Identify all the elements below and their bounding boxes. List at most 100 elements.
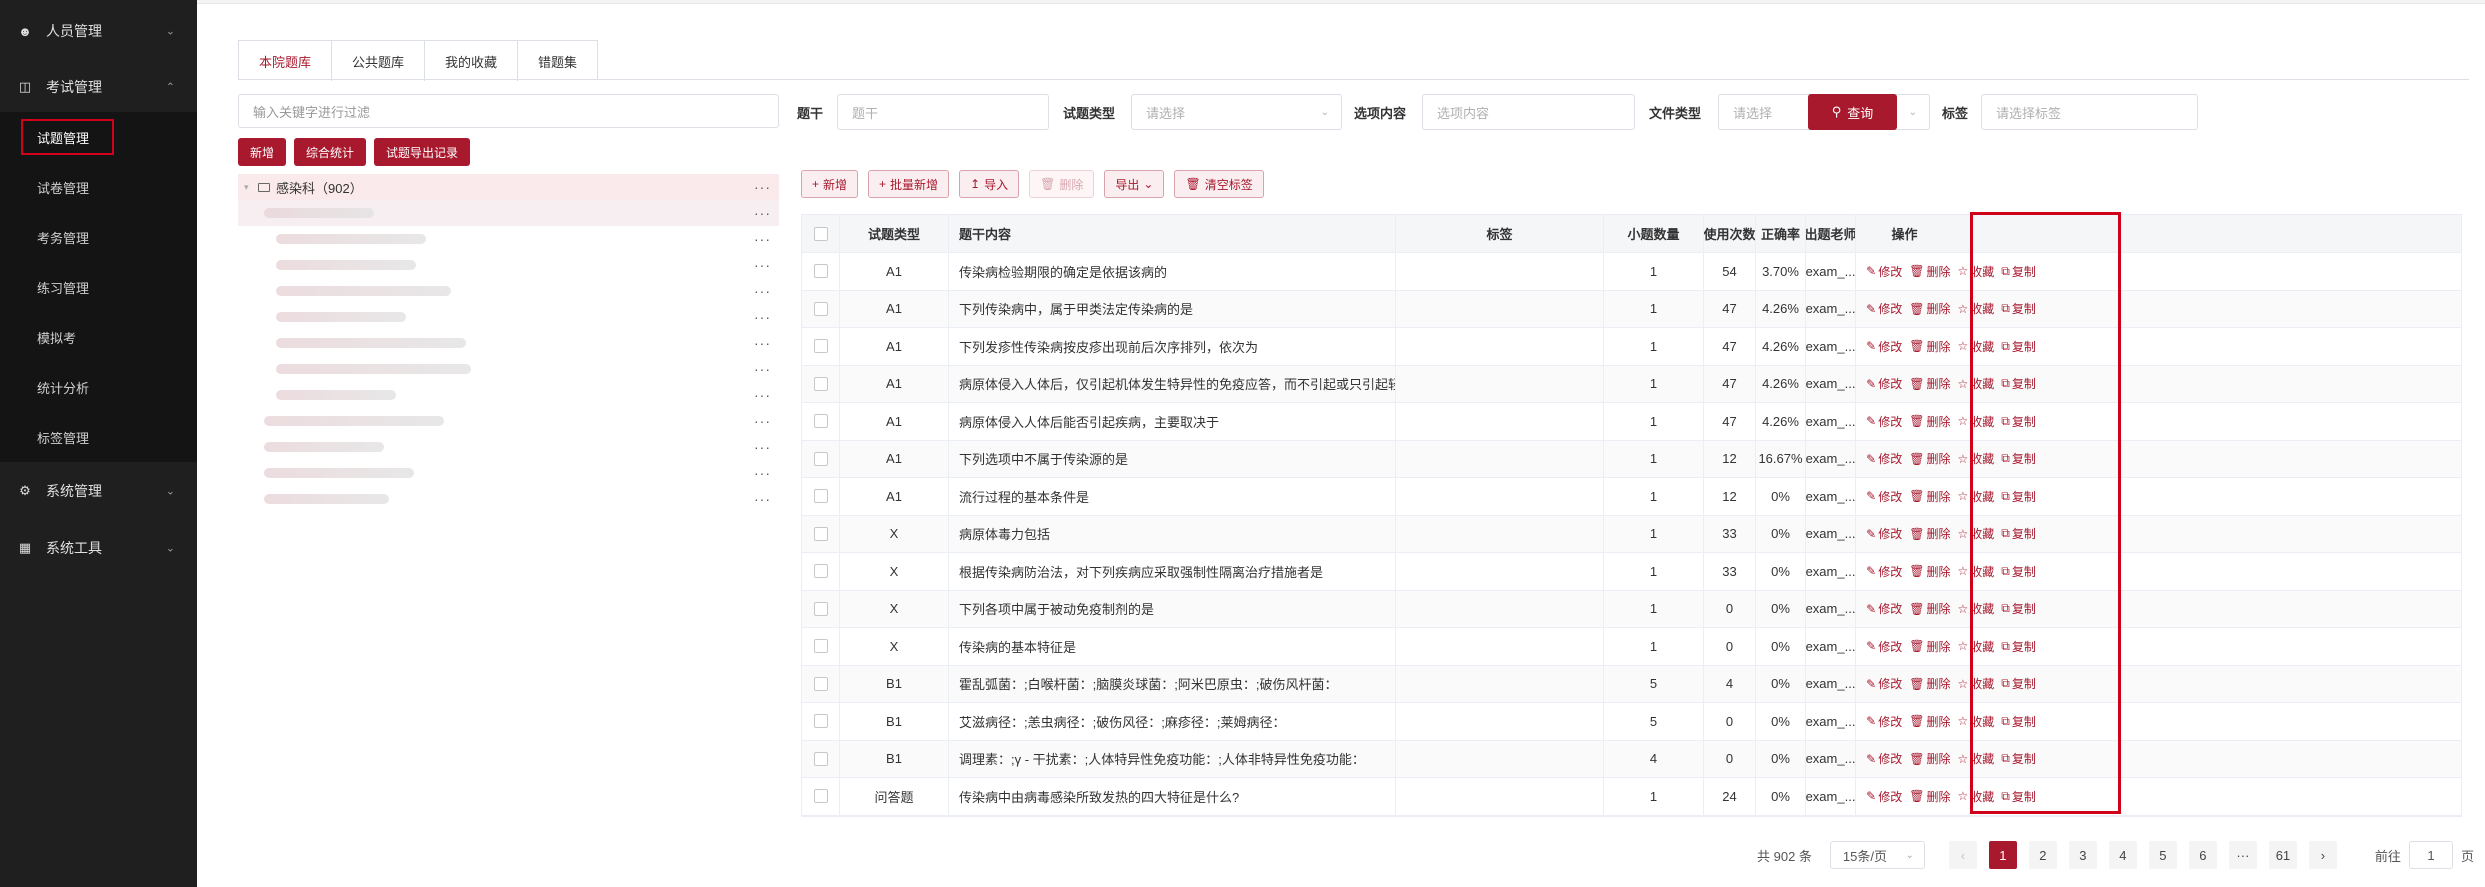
row-checkbox[interactable]	[813, 489, 828, 504]
edit-button[interactable]: ✎ 修改	[1866, 300, 1902, 317]
edit-button[interactable]: ✎ 修改	[1866, 338, 1902, 355]
next-page-button[interactable]: ›	[2308, 841, 2337, 869]
row-checkbox[interactable]	[813, 526, 828, 541]
row-checkbox[interactable]	[813, 264, 828, 279]
copy-button[interactable]: ⧉ 复制	[2001, 300, 2036, 317]
tab-favorites[interactable]: 我的收藏	[425, 41, 519, 81]
row-checkbox[interactable]	[813, 339, 828, 354]
row-select-cell[interactable]	[802, 628, 840, 665]
tree-node[interactable]: ···	[238, 382, 779, 408]
tree-node[interactable]: ···	[238, 356, 779, 382]
favorite-button[interactable]: ☆ 收藏	[1957, 413, 1994, 430]
delete-row-button[interactable]: 🗑 删除	[1909, 600, 1950, 617]
row-checkbox[interactable]	[813, 676, 828, 691]
edit-button[interactable]: ✎ 修改	[1866, 563, 1902, 580]
more-icon[interactable]: ···	[754, 361, 771, 377]
edit-button[interactable]: ✎ 修改	[1866, 525, 1902, 542]
copy-button[interactable]: ⧉ 复制	[2001, 263, 2036, 280]
delete-row-button[interactable]: 🗑 删除	[1909, 263, 1950, 280]
edit-button[interactable]: ✎ 修改	[1866, 263, 1902, 280]
favorite-button[interactable]: ☆ 收藏	[1957, 525, 1994, 542]
more-icon[interactable]: ···	[754, 491, 771, 507]
row-checkbox[interactable]	[813, 564, 828, 579]
sidebar-item-exam-affairs[interactable]: 考务管理	[0, 212, 197, 262]
edit-button[interactable]: ✎ 修改	[1866, 375, 1902, 392]
row-select-cell[interactable]	[802, 515, 840, 552]
tree-node[interactable]: ···	[238, 226, 779, 252]
more-icon[interactable]: ···	[754, 465, 771, 481]
add-question-button[interactable]: + 新增	[801, 170, 859, 198]
favorite-button[interactable]: ☆ 收藏	[1957, 788, 1994, 805]
row-checkbox[interactable]	[813, 601, 828, 616]
favorite-button[interactable]: ☆ 收藏	[1957, 638, 1994, 655]
export-dropdown-button[interactable]: 导出 ⌄	[1104, 170, 1165, 198]
edit-button[interactable]: ✎ 修改	[1866, 413, 1902, 430]
copy-button[interactable]: ⧉ 复制	[2001, 675, 2036, 692]
query-button[interactable]: ⚲ 查询	[1808, 94, 1897, 130]
favorite-button[interactable]: ☆ 收藏	[1957, 338, 1994, 355]
delete-row-button[interactable]: 🗑 删除	[1909, 750, 1950, 767]
copy-button[interactable]: ⧉ 复制	[2001, 750, 2036, 767]
copy-button[interactable]: ⧉ 复制	[2001, 413, 2036, 430]
sidebar-item-statistics[interactable]: 统计分析	[0, 362, 197, 412]
import-button[interactable]: ↥ 导入	[959, 170, 1020, 198]
batch-add-button[interactable]: + 批量新增	[868, 170, 950, 198]
page-button[interactable]: 3	[2068, 841, 2097, 869]
delete-row-button[interactable]: 🗑 删除	[1909, 375, 1950, 392]
row-checkbox[interactable]	[813, 789, 828, 804]
favorite-button[interactable]: ☆ 收藏	[1957, 675, 1994, 692]
delete-row-button[interactable]: 🗑 删除	[1909, 525, 1950, 542]
copy-button[interactable]: ⧉ 复制	[2001, 600, 2036, 617]
copy-button[interactable]: ⧉ 复制	[2001, 638, 2036, 655]
copy-button[interactable]: ⧉ 复制	[2001, 450, 2036, 467]
sidebar-item-paper-management[interactable]: 试卷管理	[0, 162, 197, 212]
sidebar-item-mock-exam[interactable]: 模拟考	[0, 312, 197, 362]
row-select-cell[interactable]	[802, 553, 840, 590]
page-button[interactable]: 6	[2188, 841, 2217, 869]
edit-button[interactable]: ✎ 修改	[1866, 488, 1902, 505]
tab-public-bank[interactable]: 公共题库	[332, 41, 426, 81]
favorite-button[interactable]: ☆ 收藏	[1957, 263, 1994, 280]
more-icon[interactable]: ···	[754, 205, 771, 221]
row-select-cell[interactable]	[802, 590, 840, 627]
prev-page-button[interactable]: ‹	[1948, 841, 1977, 869]
row-select-cell[interactable]	[802, 328, 840, 365]
row-checkbox[interactable]	[813, 414, 828, 429]
delete-row-button[interactable]: 🗑 删除	[1909, 338, 1950, 355]
more-icon[interactable]: ···	[754, 335, 771, 351]
row-select-cell[interactable]	[802, 665, 840, 702]
row-select-cell[interactable]	[802, 403, 840, 440]
tree-node[interactable]: ···	[238, 278, 779, 304]
favorite-button[interactable]: ☆ 收藏	[1957, 750, 1994, 767]
select-all-cell[interactable]	[802, 215, 840, 252]
delete-row-button[interactable]: 🗑 删除	[1909, 413, 1950, 430]
edit-button[interactable]: ✎ 修改	[1866, 600, 1902, 617]
row-select-cell[interactable]	[802, 703, 840, 740]
edit-button[interactable]: ✎ 修改	[1866, 638, 1902, 655]
row-select-cell[interactable]	[802, 365, 840, 402]
more-pages-button[interactable]: ···	[2228, 841, 2257, 869]
delete-row-button[interactable]: 🗑 删除	[1909, 675, 1950, 692]
add-category-button[interactable]: 新增	[238, 138, 287, 166]
row-select-cell[interactable]	[802, 440, 840, 477]
select-all-checkbox[interactable]	[813, 226, 828, 241]
row-select-cell[interactable]	[802, 290, 840, 327]
tree-node[interactable]: ···	[238, 434, 779, 460]
delete-button[interactable]: 🗑 删除	[1029, 170, 1095, 198]
edit-button[interactable]: ✎ 修改	[1866, 675, 1902, 692]
copy-button[interactable]: ⧉ 复制	[2001, 488, 2036, 505]
more-icon[interactable]: ···	[754, 439, 771, 455]
more-icon[interactable]: ···	[754, 257, 771, 273]
favorite-button[interactable]: ☆ 收藏	[1957, 713, 1994, 730]
more-icon[interactable]: ···	[754, 179, 771, 195]
delete-row-button[interactable]: 🗑 删除	[1909, 450, 1950, 467]
tree-node[interactable]: ···	[238, 486, 779, 512]
row-checkbox[interactable]	[813, 639, 828, 654]
delete-row-button[interactable]: 🗑 删除	[1909, 638, 1950, 655]
export-records-button[interactable]: 试题导出记录	[374, 138, 471, 166]
more-icon[interactable]: ···	[754, 413, 771, 429]
copy-button[interactable]: ⧉ 复制	[2001, 338, 2036, 355]
goto-page-input[interactable]: 1	[2408, 841, 2453, 869]
tab-wrong-questions[interactable]: 错题集	[518, 41, 598, 81]
favorite-button[interactable]: ☆ 收藏	[1957, 375, 1994, 392]
